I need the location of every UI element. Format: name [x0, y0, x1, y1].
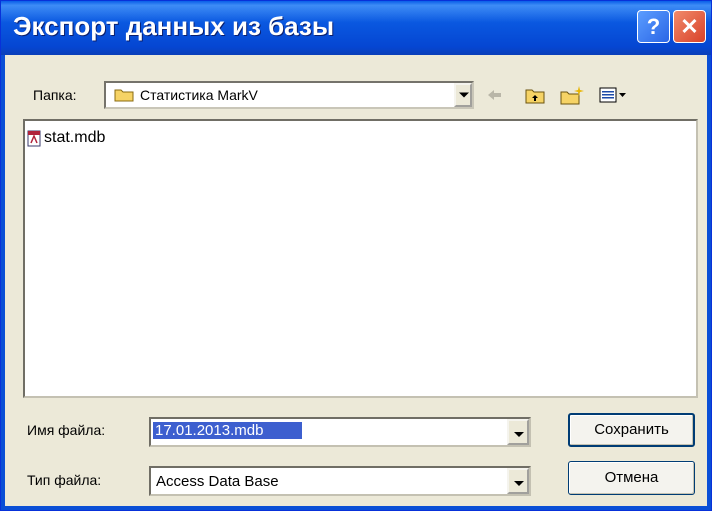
title-bar[interactable]: Экспорт данных из базы ? ✕ — [1, 1, 711, 55]
frame-right — [707, 55, 711, 510]
save-button[interactable]: Сохранить — [568, 413, 695, 447]
file-list[interactable]: stat.mdb — [23, 119, 698, 398]
close-button[interactable]: ✕ — [673, 10, 706, 43]
help-button[interactable]: ? — [637, 10, 670, 43]
new-folder-icon[interactable] — [559, 85, 585, 105]
export-dialog: Экспорт данных из базы ? ✕ Папка: Статис… — [0, 0, 712, 511]
filename-label: Имя файла: — [27, 422, 106, 438]
folder-value: Статистика MarkV — [140, 87, 258, 103]
folder-icon — [114, 89, 134, 102]
filetype-label: Тип файла: — [27, 472, 102, 488]
back-icon[interactable] — [485, 85, 503, 105]
filename-input[interactable] — [153, 422, 302, 439]
folder-label: Папка: — [33, 87, 77, 103]
up-folder-icon[interactable] — [524, 85, 546, 105]
filename-field[interactable] — [149, 417, 531, 447]
dialog-title: Экспорт данных из базы — [13, 11, 335, 41]
folder-select[interactable]: Статистика MarkV — [104, 81, 474, 109]
access-db-icon — [27, 130, 41, 147]
cancel-button[interactable]: Отмена — [568, 461, 695, 495]
view-menu-icon[interactable] — [598, 85, 628, 105]
folder-dropdown-arrow[interactable] — [454, 83, 472, 107]
filetype-value: Access Data Base — [156, 473, 279, 490]
filetype-select[interactable]: Access Data Base — [149, 466, 531, 496]
frame-bottom — [1, 506, 711, 510]
frame-left — [1, 55, 5, 510]
filetype-dropdown-arrow[interactable] — [507, 468, 529, 494]
file-name: stat.mdb — [44, 129, 106, 146]
filename-dropdown-arrow[interactable] — [507, 419, 529, 445]
